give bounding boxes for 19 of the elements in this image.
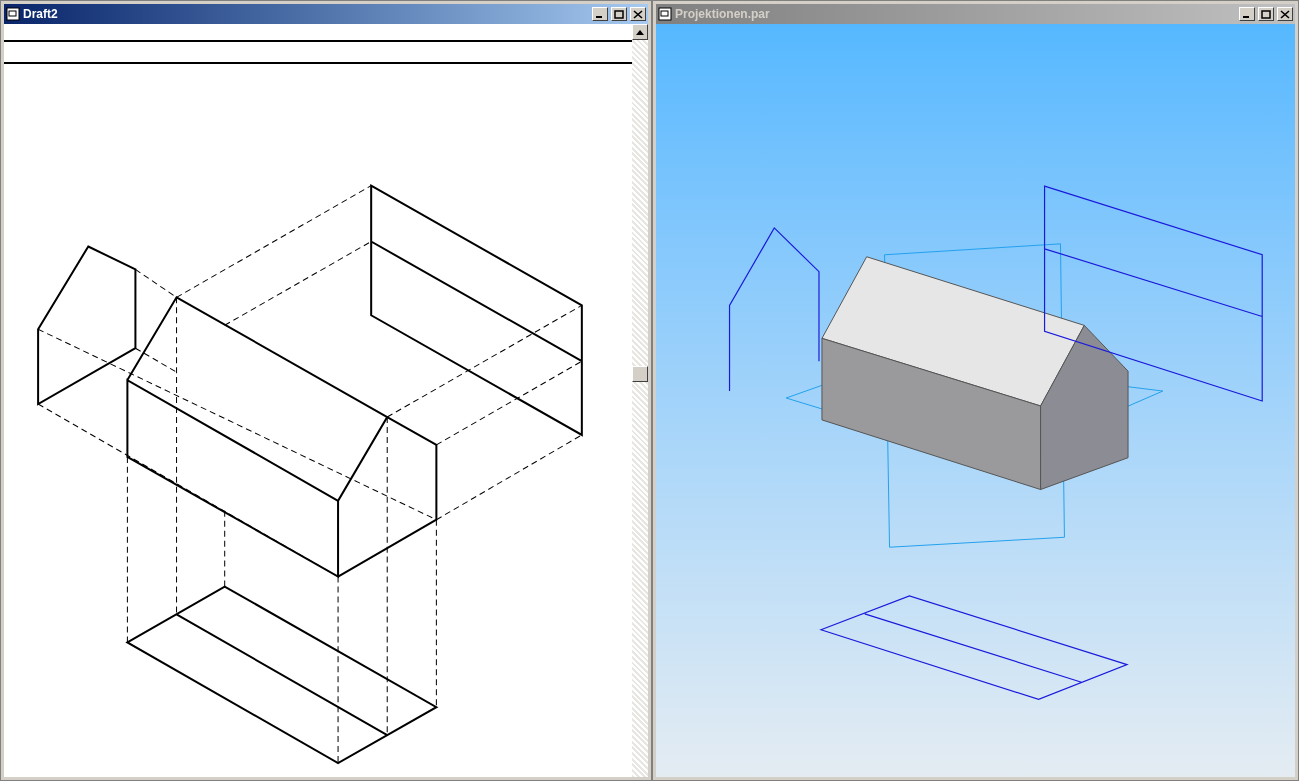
- window-title: Draft2: [23, 6, 58, 23]
- maximize-icon: [614, 9, 624, 19]
- window-title: Projektionen.par: [675, 6, 770, 23]
- close-icon: [633, 9, 643, 19]
- minimize-button[interactable]: [592, 7, 608, 21]
- document-icon: [6, 7, 20, 21]
- document-icon: [658, 7, 672, 21]
- scrollbar[interactable]: [632, 24, 648, 777]
- minimize-icon: [596, 16, 602, 18]
- maximize-button[interactable]: [1258, 7, 1274, 21]
- minimize-button[interactable]: [1239, 7, 1255, 21]
- scrollbar-thumb[interactable]: [632, 366, 648, 382]
- close-button[interactable]: [630, 7, 646, 21]
- maximize-button[interactable]: [611, 7, 627, 21]
- close-button[interactable]: [1277, 7, 1293, 21]
- up-arrow-icon: [636, 29, 644, 35]
- close-icon: [1280, 9, 1290, 19]
- maximize-icon: [1261, 9, 1271, 19]
- minimize-icon: [1243, 16, 1249, 18]
